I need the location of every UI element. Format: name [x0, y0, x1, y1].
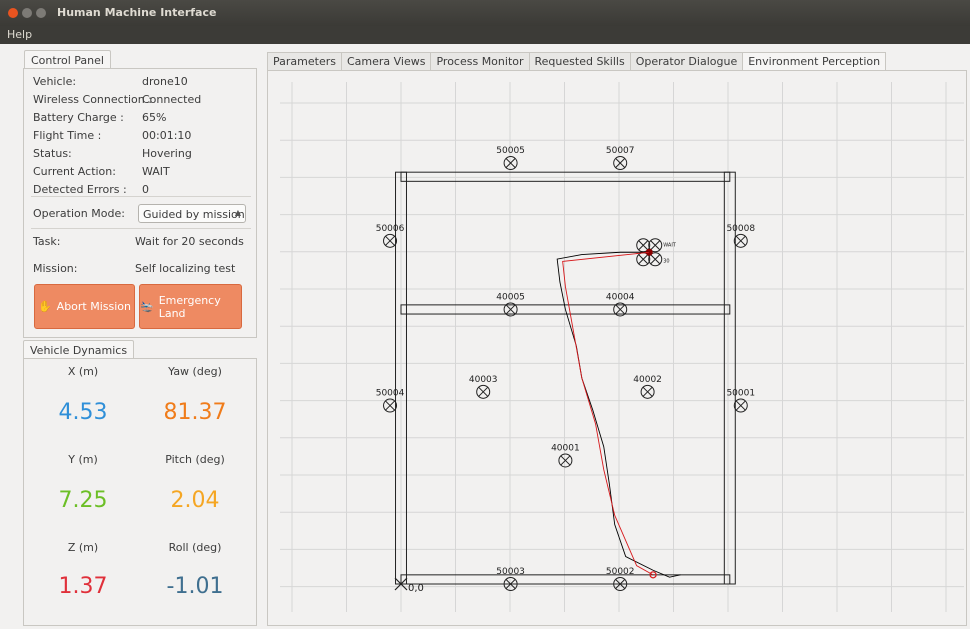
- dynamics-label: Yaw (deg): [168, 365, 222, 378]
- vehicle-dynamics-tab[interactable]: Vehicle Dynamics: [23, 340, 135, 359]
- wall: [723, 171, 736, 585]
- status-value: WAIT: [142, 165, 170, 178]
- operation-mode-select[interactable]: Guided by mission planner ▲: [138, 204, 246, 223]
- tab-environment-perception[interactable]: Environment Perception: [742, 52, 887, 71]
- marker-label: 40001: [551, 443, 580, 453]
- operation-mode-label: Operation Mode:: [33, 207, 125, 220]
- operation-mode-value: Guided by mission planner: [143, 208, 245, 221]
- minimize-window-icon[interactable]: [22, 8, 32, 18]
- status-label: Current Action:: [33, 165, 116, 178]
- marker-label: 50003: [496, 567, 525, 577]
- emergency-land-label: Emergency Land: [158, 293, 221, 320]
- origin-label: 0,0: [408, 583, 424, 594]
- hand-stop-icon: ✋: [37, 300, 52, 313]
- tab-parameters[interactable]: Parameters: [267, 52, 342, 70]
- tab-camera-views[interactable]: Camera Views: [340, 52, 432, 70]
- menu-bar: Help: [0, 26, 970, 44]
- marker-label: 50002: [606, 567, 635, 577]
- mission-label: Mission:: [33, 262, 78, 275]
- status-label: Battery Charge :: [33, 111, 124, 124]
- control-panel-tab[interactable]: Control Panel: [24, 50, 111, 69]
- wall: [400, 574, 731, 585]
- divider: [31, 228, 251, 229]
- dynamics-value: 1.37: [58, 574, 108, 599]
- menu-help[interactable]: Help: [7, 28, 32, 41]
- drone-time-label: 30: [663, 258, 669, 264]
- dynamics-label: Roll (deg): [168, 541, 222, 554]
- task-value: Wait for 20 seconds: [135, 235, 244, 248]
- divider: [31, 196, 251, 197]
- task-label: Task:: [33, 235, 61, 248]
- status-label: Detected Errors :: [33, 183, 127, 196]
- dynamics-label: X (m): [67, 365, 99, 378]
- status-label: Status:: [33, 147, 72, 160]
- window-title: Human Machine Interface: [57, 6, 217, 19]
- environment-map[interactable]: 0,0 50005 50007 50006 50008 40005 40004 40003 40…: [280, 82, 964, 612]
- marker-label: 50007: [606, 146, 635, 156]
- dynamics-value: -1.01: [166, 574, 224, 599]
- mission-value: Self localizing test: [135, 262, 236, 275]
- marker-label: 50004: [376, 389, 405, 399]
- status-label: Vehicle:: [33, 75, 77, 88]
- tab-process-monitor[interactable]: Process Monitor: [430, 52, 530, 70]
- wall: [400, 171, 731, 182]
- drone-action-label: WAIT: [663, 242, 677, 248]
- marker-label: 40003: [469, 375, 498, 385]
- dynamics-value: 81.37: [163, 400, 227, 425]
- status-label: Wireless Connection :: [33, 93, 152, 106]
- status-value: 65%: [142, 111, 167, 124]
- marker-label: 50001: [726, 389, 755, 399]
- tab-bar: Parameters Camera Views Process Monitor Req…: [267, 52, 887, 71]
- landing-icon: 🛬: [140, 300, 154, 313]
- maximize-window-icon[interactable]: [36, 8, 46, 18]
- title-bar: Human Machine Interface: [0, 0, 970, 26]
- dynamics-value: 4.53: [58, 400, 108, 425]
- dynamics-label: Y (m): [68, 453, 98, 466]
- marker-label: 50006: [376, 224, 405, 234]
- tab-requested-skills[interactable]: Requested Skills: [528, 52, 631, 70]
- marker-label: 40005: [496, 292, 525, 302]
- marker-label: 40004: [606, 292, 635, 302]
- emergency-land-button[interactable]: 🛬 Emergency Land: [139, 284, 242, 329]
- abort-mission-button[interactable]: ✋ Abort Mission: [34, 284, 135, 329]
- close-window-icon[interactable]: [8, 8, 18, 18]
- marker-label: 40002: [633, 375, 662, 385]
- dynamics-label: Pitch (deg): [165, 453, 225, 466]
- marker-label: 50005: [496, 146, 525, 156]
- select-arrows-icon: ▲: [234, 208, 241, 217]
- dynamics-value: 7.25: [58, 488, 108, 513]
- status-value: Hovering: [142, 147, 192, 160]
- abort-mission-label: Abort Mission: [56, 300, 132, 313]
- status-value: 0: [142, 183, 149, 196]
- status-value: Connected: [142, 93, 202, 106]
- marker-label: 50008: [726, 224, 755, 234]
- status-label: Flight Time :: [33, 129, 102, 142]
- dynamics-value: 2.04: [170, 488, 220, 513]
- dynamics-label: Z (m): [67, 541, 99, 554]
- status-value: 00:01:10: [142, 129, 192, 142]
- tab-operator-dialogue[interactable]: Operator Dialogue: [629, 52, 744, 70]
- status-value: drone10: [142, 75, 188, 88]
